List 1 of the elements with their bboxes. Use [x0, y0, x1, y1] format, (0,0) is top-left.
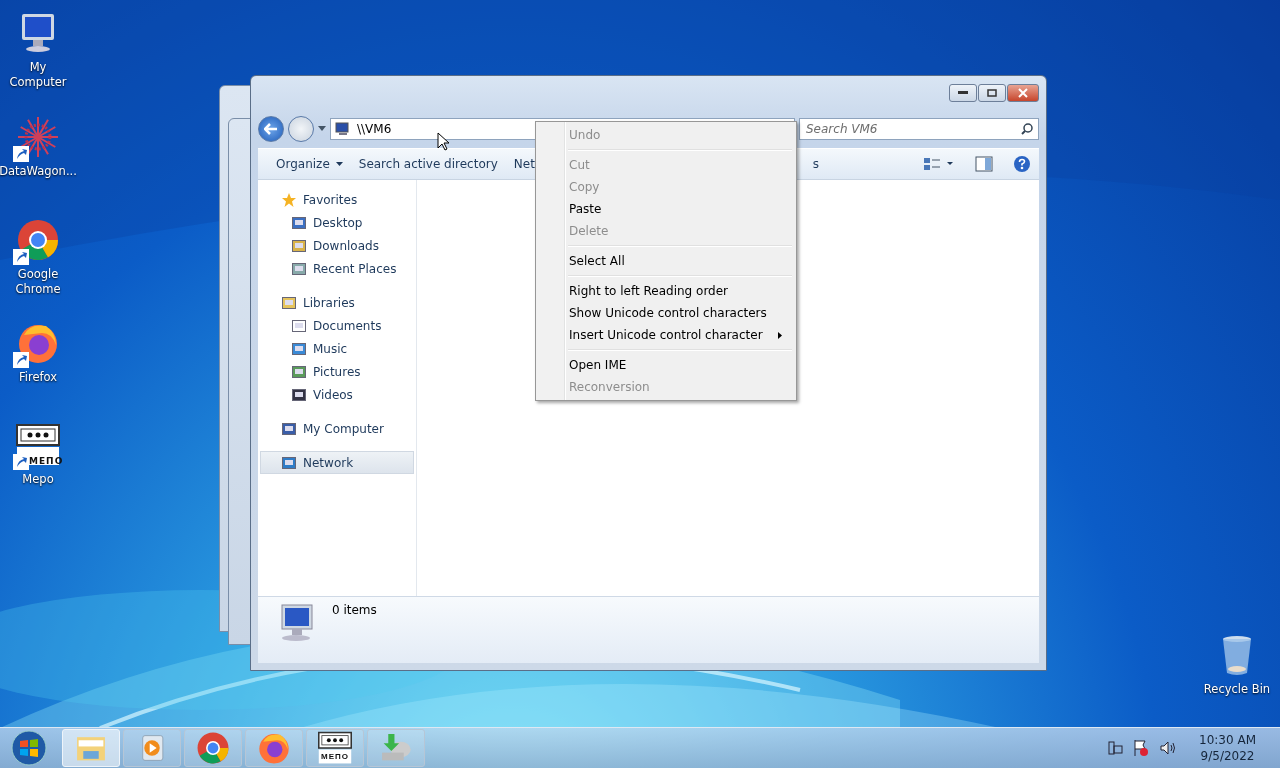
logo-text: MEПO — [320, 753, 350, 762]
